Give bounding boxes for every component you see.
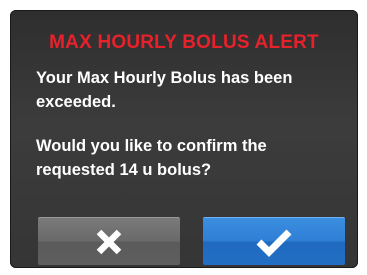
checkmark-icon: [254, 225, 294, 259]
alert-title: MAX HOURLY BOLUS ALERT: [49, 32, 319, 53]
alert-message-exceeded: Your Max Hourly Bolus has been exceeded.: [36, 69, 293, 111]
alert-screen: MAX HOURLY BOLUS ALERT Your Max Hourly B…: [10, 10, 358, 268]
cancel-button[interactable]: [38, 217, 180, 265]
device-frame: MAX HOURLY BOLUS ALERT Your Max Hourly B…: [0, 0, 367, 275]
x-icon: [92, 225, 126, 259]
confirm-button[interactable]: [203, 217, 345, 265]
alert-message-confirm-question: Would you like to confirm the requested …: [36, 137, 267, 179]
